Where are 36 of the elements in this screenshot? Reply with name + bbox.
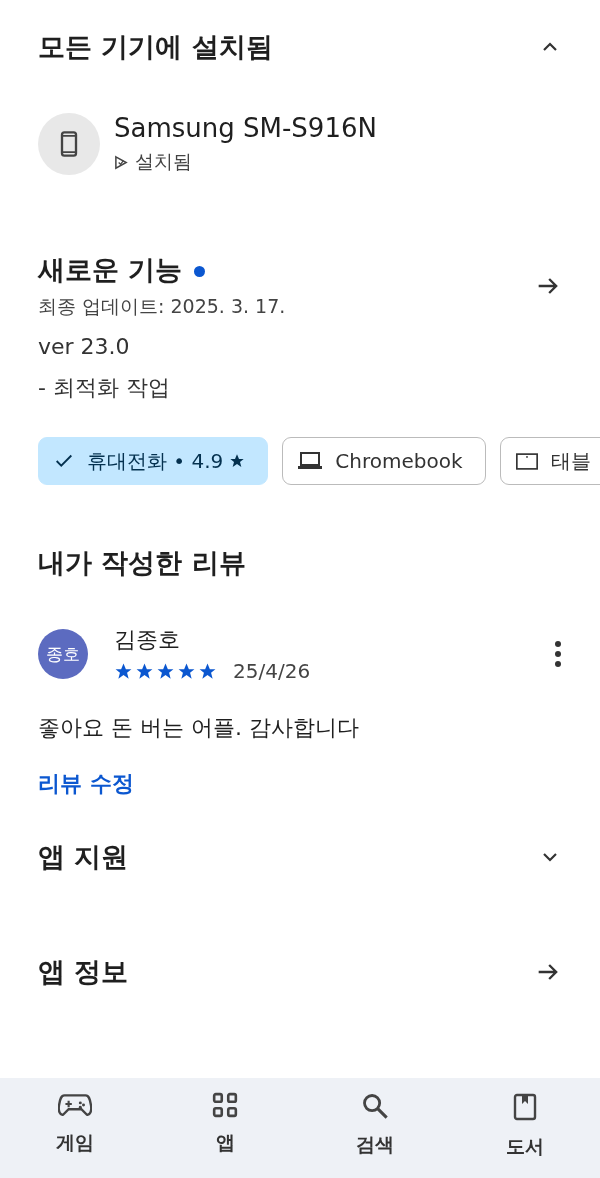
device-name: Samsung SM-S916N <box>114 113 377 143</box>
search-icon <box>361 1092 389 1120</box>
update-date: 최종 업데이트: 2025. 3. 17. <box>38 294 286 319</box>
star-icon <box>135 661 154 681</box>
author-name: 김종호 <box>114 626 181 654</box>
section-title: 모든 기기에 설치됨 <box>38 30 273 64</box>
nav-tab[interactable]: 게임 <box>56 1130 94 1156</box>
more-icon[interactable] <box>554 640 562 668</box>
star-icon <box>229 453 246 469</box>
laptop-icon <box>297 451 324 471</box>
release-note: - 최적화 작업 <box>38 374 171 402</box>
install-status: 설치됨 <box>135 149 192 174</box>
star-icon <box>156 661 175 681</box>
section-title: 앱 지원 <box>38 839 129 874</box>
device-chip[interactable]: Chromebook <box>282 437 486 485</box>
tablet-icon <box>514 451 539 471</box>
edit-review-link[interactable]: 리뷰 수정 <box>38 769 134 799</box>
device-chip[interactable]: 태블 <box>499 437 600 485</box>
gamepad-icon <box>58 1092 92 1118</box>
nav-tab[interactable]: 도서 <box>506 1134 544 1160</box>
star-icon <box>177 661 196 681</box>
star-icon <box>198 661 217 681</box>
section-title: 내가 작성한 리뷰 <box>38 546 247 580</box>
user-avatar: 종호 <box>38 629 88 679</box>
section-title: 새로운 기능 <box>38 254 183 285</box>
review-date: 25/4/26 <box>233 659 311 683</box>
nav-tab[interactable]: 검색 <box>356 1132 394 1158</box>
release-note: ver 23.0 <box>38 334 131 359</box>
star-icon <box>114 661 133 681</box>
review-text: 좋아요 돈 버는 어플. 감사합니다 <box>38 714 360 742</box>
section-title: 앱 정보 <box>38 954 129 989</box>
play-check-icon <box>114 154 129 170</box>
device-chip[interactable]: 휴대전화 • 4.9 <box>38 437 269 485</box>
nav-tab[interactable]: 앱 <box>215 1130 235 1156</box>
grid-icon <box>212 1092 238 1118</box>
book-icon <box>513 1092 537 1122</box>
